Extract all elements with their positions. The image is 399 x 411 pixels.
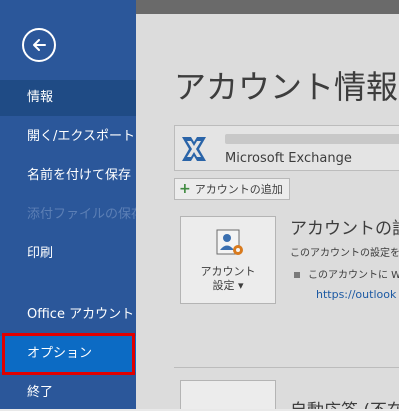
sidebar-item-info[interactable]: 情報 <box>0 80 136 116</box>
sidebar-item-save-as[interactable]: 名前を付けて保存 <box>0 158 136 194</box>
account-type-label: Microsoft Exchange <box>225 151 352 166</box>
account-settings-description: このアカウントの設定を変 <box>290 248 399 259</box>
back-arrow-icon[interactable] <box>22 28 56 62</box>
sidebar-item-save-attachments: 添付ファイルの保存 <box>0 197 144 233</box>
add-account-label: アカウントの追加 <box>194 183 283 196</box>
sidebar-item-label: 印刷 <box>27 246 54 261</box>
sidebar-item-office-account[interactable]: Office アカウント <box>0 297 136 333</box>
title-bar-strip <box>136 0 399 14</box>
automatic-replies-button[interactable] <box>180 380 276 409</box>
outlook-web-link[interactable]: https://outlook <box>316 288 396 301</box>
bullet-item: このアカウントに W <box>294 266 399 281</box>
automatic-replies-heading: 自動応答 (不在 <box>290 396 399 409</box>
page-title: アカウント情報 <box>174 68 399 106</box>
sidebar-item-print[interactable]: 印刷 <box>0 236 136 272</box>
sidebar-item-label: 開く/エクスポート <box>27 129 135 144</box>
plus-icon: + <box>179 181 191 197</box>
options-highlight-callout <box>2 333 135 375</box>
sidebar-item-label: Office アカウント <box>27 307 135 322</box>
account-settings-label-line2: 設定 ▾ <box>212 279 244 292</box>
add-account-button[interactable]: + アカウントの追加 <box>174 178 290 200</box>
account-settings-icon <box>216 229 243 255</box>
sidebar-item-exit[interactable]: 終了 <box>0 375 136 411</box>
sidebar-item-label: 添付ファイルの保存 <box>27 207 145 222</box>
account-email-redacted <box>225 134 399 144</box>
sidebar-item-label: 情報 <box>27 90 54 105</box>
account-settings-button[interactable]: アカウント 設定 ▾ <box>180 216 276 304</box>
account-settings-heading: アカウントの設定 <box>290 219 399 239</box>
sidebar-item-label: 終了 <box>27 385 54 400</box>
exchange-icon <box>182 137 206 161</box>
account-selector[interactable]: Microsoft Exchange <box>174 125 399 171</box>
bullet-icon <box>294 272 300 278</box>
account-info-panel: アカウント情報 Microsoft Exchange + アカウントの追加 アカウ… <box>136 0 399 409</box>
sidebar-item-label: 名前を付けて保存 <box>27 168 132 183</box>
bullet-text: このアカウントに W <box>308 270 399 281</box>
section-divider <box>174 367 399 368</box>
backstage-sidebar: 情報 開く/エクスポート 名前を付けて保存 添付ファイルの保存 印刷 Offic… <box>0 0 144 411</box>
sidebar-item-open-export[interactable]: 開く/エクスポート <box>0 119 136 155</box>
